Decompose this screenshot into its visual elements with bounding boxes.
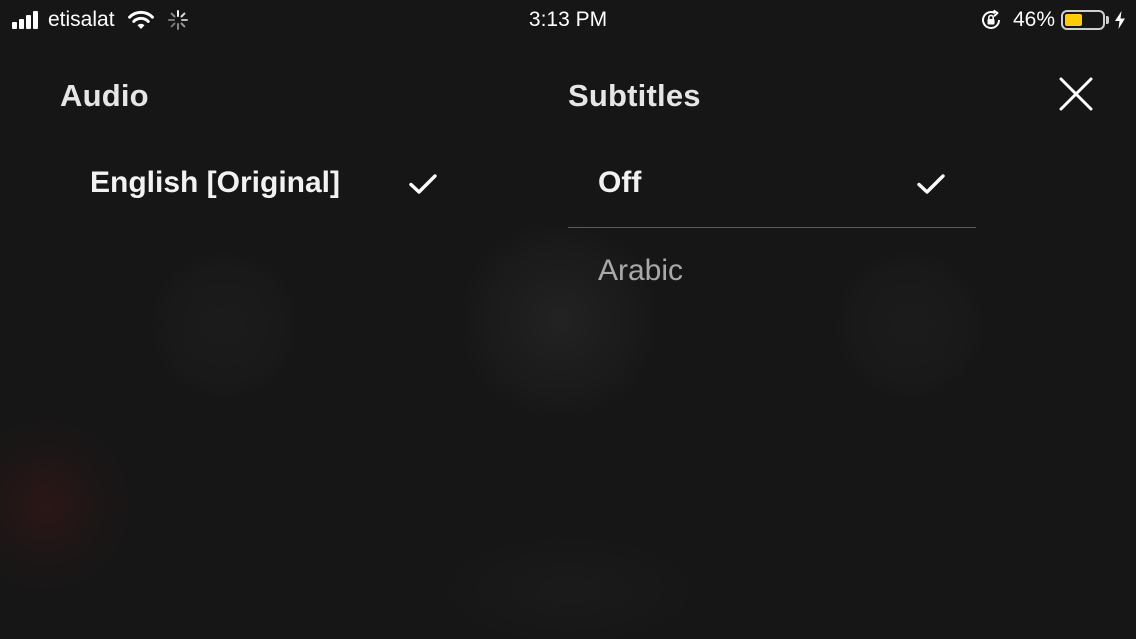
background-bottom-control (430, 530, 710, 639)
audio-option-english-original[interactable]: English [Original] (90, 166, 440, 206)
subtitle-option-off[interactable]: Off (598, 166, 948, 206)
audio-option-label: English [Original] (90, 166, 341, 199)
subtitle-option-label: Off (598, 166, 642, 199)
status-bar-time: 3:13 PM (528, 8, 608, 31)
battery-level-fill (1065, 14, 1082, 26)
close-icon[interactable] (1056, 74, 1096, 114)
audio-heading: Audio (60, 78, 149, 113)
status-bar: etisalat 3:13 PM 46% (0, 0, 1136, 40)
rotation-lock-icon (981, 9, 1000, 29)
charging-bolt-icon (1115, 11, 1125, 29)
background-rewind-control (150, 250, 300, 400)
subtitle-option-arabic[interactable]: Arabic (598, 254, 948, 294)
battery-percentage: 46% (1012, 8, 1055, 31)
audio-subtitles-screen: etisalat 3:13 PM 46% Audio English [Orig… (0, 0, 1136, 639)
battery-icon (1061, 10, 1105, 30)
subtitle-option-label: Arabic (598, 254, 684, 287)
background-play-control (460, 220, 660, 420)
checkmark-icon (917, 174, 945, 194)
status-bar-right: 46% (979, 7, 1126, 33)
battery-nub (1106, 16, 1109, 24)
background-red-glow (0, 420, 140, 590)
subtitles-heading: Subtitles (568, 78, 701, 113)
checkmark-icon (409, 174, 437, 194)
subtitle-divider (568, 227, 976, 228)
